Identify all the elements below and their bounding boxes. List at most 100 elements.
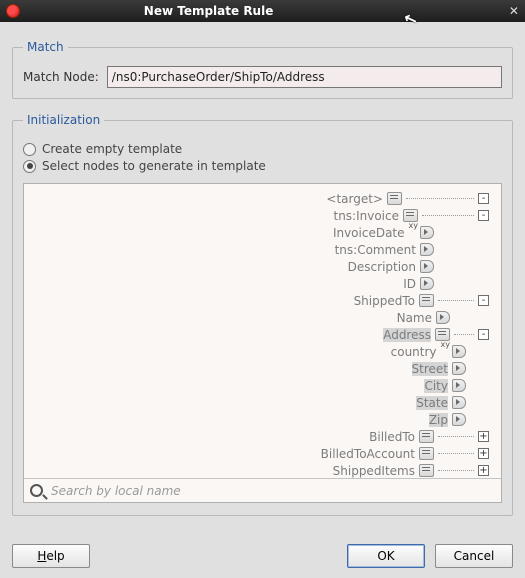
tree-node-label: country bbox=[391, 345, 437, 359]
title-bar: New Template Rule ✕ ↖ bbox=[0, 0, 525, 22]
tree-node[interactable]: Address - bbox=[383, 326, 491, 343]
tree-search-bar[interactable]: Search by local name bbox=[24, 478, 501, 502]
tree-node-label: <target> bbox=[326, 192, 383, 206]
tree-node-label: ShippedTo bbox=[354, 294, 415, 308]
element-icon bbox=[452, 379, 466, 392]
tree-node[interactable]: City bbox=[424, 377, 491, 394]
radio-create-empty[interactable]: Create empty template bbox=[23, 142, 502, 156]
tree-spacer bbox=[478, 346, 489, 357]
collapse-icon[interactable]: - bbox=[478, 193, 489, 204]
tree-node-label: BilledToAccount bbox=[321, 447, 415, 461]
tree-node[interactable]: BilledToAccount + bbox=[321, 445, 491, 462]
collapse-icon[interactable]: - bbox=[478, 210, 489, 221]
match-node-field[interactable] bbox=[107, 66, 502, 88]
collapse-icon[interactable]: - bbox=[478, 329, 489, 340]
element-icon bbox=[420, 243, 434, 256]
tree-node[interactable]: country xy bbox=[391, 343, 491, 360]
tree-node-label: Name bbox=[397, 311, 432, 325]
element-icon bbox=[420, 277, 434, 290]
radio-select-nodes[interactable]: Select nodes to generate in template bbox=[23, 159, 502, 173]
tree-node-label: BilledTo bbox=[369, 430, 415, 444]
element-icon bbox=[452, 413, 466, 426]
tree-node[interactable]: Name bbox=[397, 309, 491, 326]
tree-connector bbox=[470, 368, 474, 369]
complex-type-icon bbox=[419, 430, 434, 443]
tree-node[interactable]: Zip bbox=[429, 411, 491, 428]
help-button[interactable]: Help bbox=[12, 544, 90, 568]
tree-node[interactable]: ID bbox=[403, 275, 491, 292]
cancel-button[interactable]: Cancel bbox=[435, 544, 513, 568]
element-icon bbox=[436, 311, 450, 324]
mapping-badge-icon: xy bbox=[441, 340, 450, 349]
tree-node[interactable]: Street bbox=[412, 360, 491, 377]
tree-node[interactable]: ShippedItems + bbox=[333, 462, 491, 478]
tree-node-label: InvoiceDate bbox=[333, 226, 405, 240]
tree-connector bbox=[438, 266, 474, 267]
tree-node-label: tns:Invoice bbox=[333, 209, 399, 223]
window-title: New Template Rule bbox=[144, 4, 274, 18]
complex-type-icon bbox=[419, 464, 434, 477]
tree-connector bbox=[454, 317, 474, 318]
match-legend: Match bbox=[23, 40, 68, 54]
tree-spacer bbox=[478, 244, 489, 255]
tree-spacer bbox=[478, 414, 489, 425]
collapse-icon[interactable]: - bbox=[478, 295, 489, 306]
tree-node[interactable]: ShippedTo - bbox=[354, 292, 491, 309]
radio-select-nodes-label: Select nodes to generate in template bbox=[42, 159, 266, 173]
element-icon bbox=[452, 396, 466, 409]
tree-connector bbox=[422, 215, 474, 216]
element-icon bbox=[420, 226, 434, 239]
tree-connector bbox=[470, 402, 474, 403]
element-icon bbox=[452, 362, 466, 375]
tree-spacer bbox=[478, 227, 489, 238]
tree-connector bbox=[470, 385, 474, 386]
tree-node[interactable]: State bbox=[416, 394, 491, 411]
ok-button[interactable]: OK bbox=[347, 544, 425, 568]
tree-connector bbox=[438, 249, 474, 250]
tree-connector bbox=[470, 419, 474, 420]
radio-icon bbox=[23, 160, 36, 173]
tree-node-label: Description bbox=[348, 260, 416, 274]
tree-node-label: tns:Comment bbox=[335, 243, 416, 257]
tree-connector bbox=[406, 198, 474, 199]
tree-node-label: City bbox=[424, 379, 448, 393]
tree-node[interactable]: BilledTo + bbox=[369, 428, 491, 445]
complex-type-icon bbox=[419, 447, 434, 460]
complex-type-icon bbox=[419, 294, 434, 307]
radio-create-empty-label: Create empty template bbox=[42, 142, 182, 156]
dialog-footer: Help OK Cancel bbox=[0, 536, 525, 578]
tree-spacer bbox=[478, 363, 489, 374]
dialog-content: Match Match Node: Initialization Create … bbox=[0, 22, 525, 536]
tree-node[interactable]: tns:Comment bbox=[335, 241, 491, 258]
template-tree[interactable]: <target>-tns:Invoice-InvoiceDatexytns:Co… bbox=[23, 183, 502, 503]
tree-connector bbox=[470, 351, 474, 352]
tree-node[interactable]: Description bbox=[348, 258, 491, 275]
tree-node-label: ShippedItems bbox=[333, 464, 415, 478]
help-rest: elp bbox=[46, 549, 64, 563]
tree-node[interactable]: InvoiceDatexy bbox=[333, 224, 491, 241]
tree-spacer bbox=[478, 278, 489, 289]
tree-body: <target>-tns:Invoice-InvoiceDatexytns:Co… bbox=[24, 184, 501, 478]
app-icon bbox=[6, 4, 20, 18]
tree-connector bbox=[454, 334, 474, 335]
tree-connector bbox=[438, 232, 474, 233]
tree-connector bbox=[438, 470, 474, 471]
initialization-group: Initialization Create empty template Sel… bbox=[12, 113, 513, 516]
expand-icon[interactable]: + bbox=[478, 465, 489, 476]
element-icon bbox=[452, 345, 466, 358]
tree-connector bbox=[438, 453, 474, 454]
tree-spacer bbox=[478, 380, 489, 391]
element-icon bbox=[420, 260, 434, 273]
tree-connector bbox=[438, 283, 474, 284]
close-button[interactable]: ✕ bbox=[509, 4, 519, 18]
match-node-label: Match Node: bbox=[23, 70, 99, 84]
expand-icon[interactable]: + bbox=[478, 448, 489, 459]
radio-icon bbox=[23, 143, 36, 156]
tree-node-label: Address bbox=[383, 328, 431, 342]
tree-spacer bbox=[478, 397, 489, 408]
tree-connector bbox=[438, 300, 474, 301]
tree-spacer bbox=[478, 261, 489, 272]
tree-node-label: State bbox=[416, 396, 448, 410]
expand-icon[interactable]: + bbox=[478, 431, 489, 442]
tree-node[interactable]: <target> - bbox=[326, 190, 491, 207]
